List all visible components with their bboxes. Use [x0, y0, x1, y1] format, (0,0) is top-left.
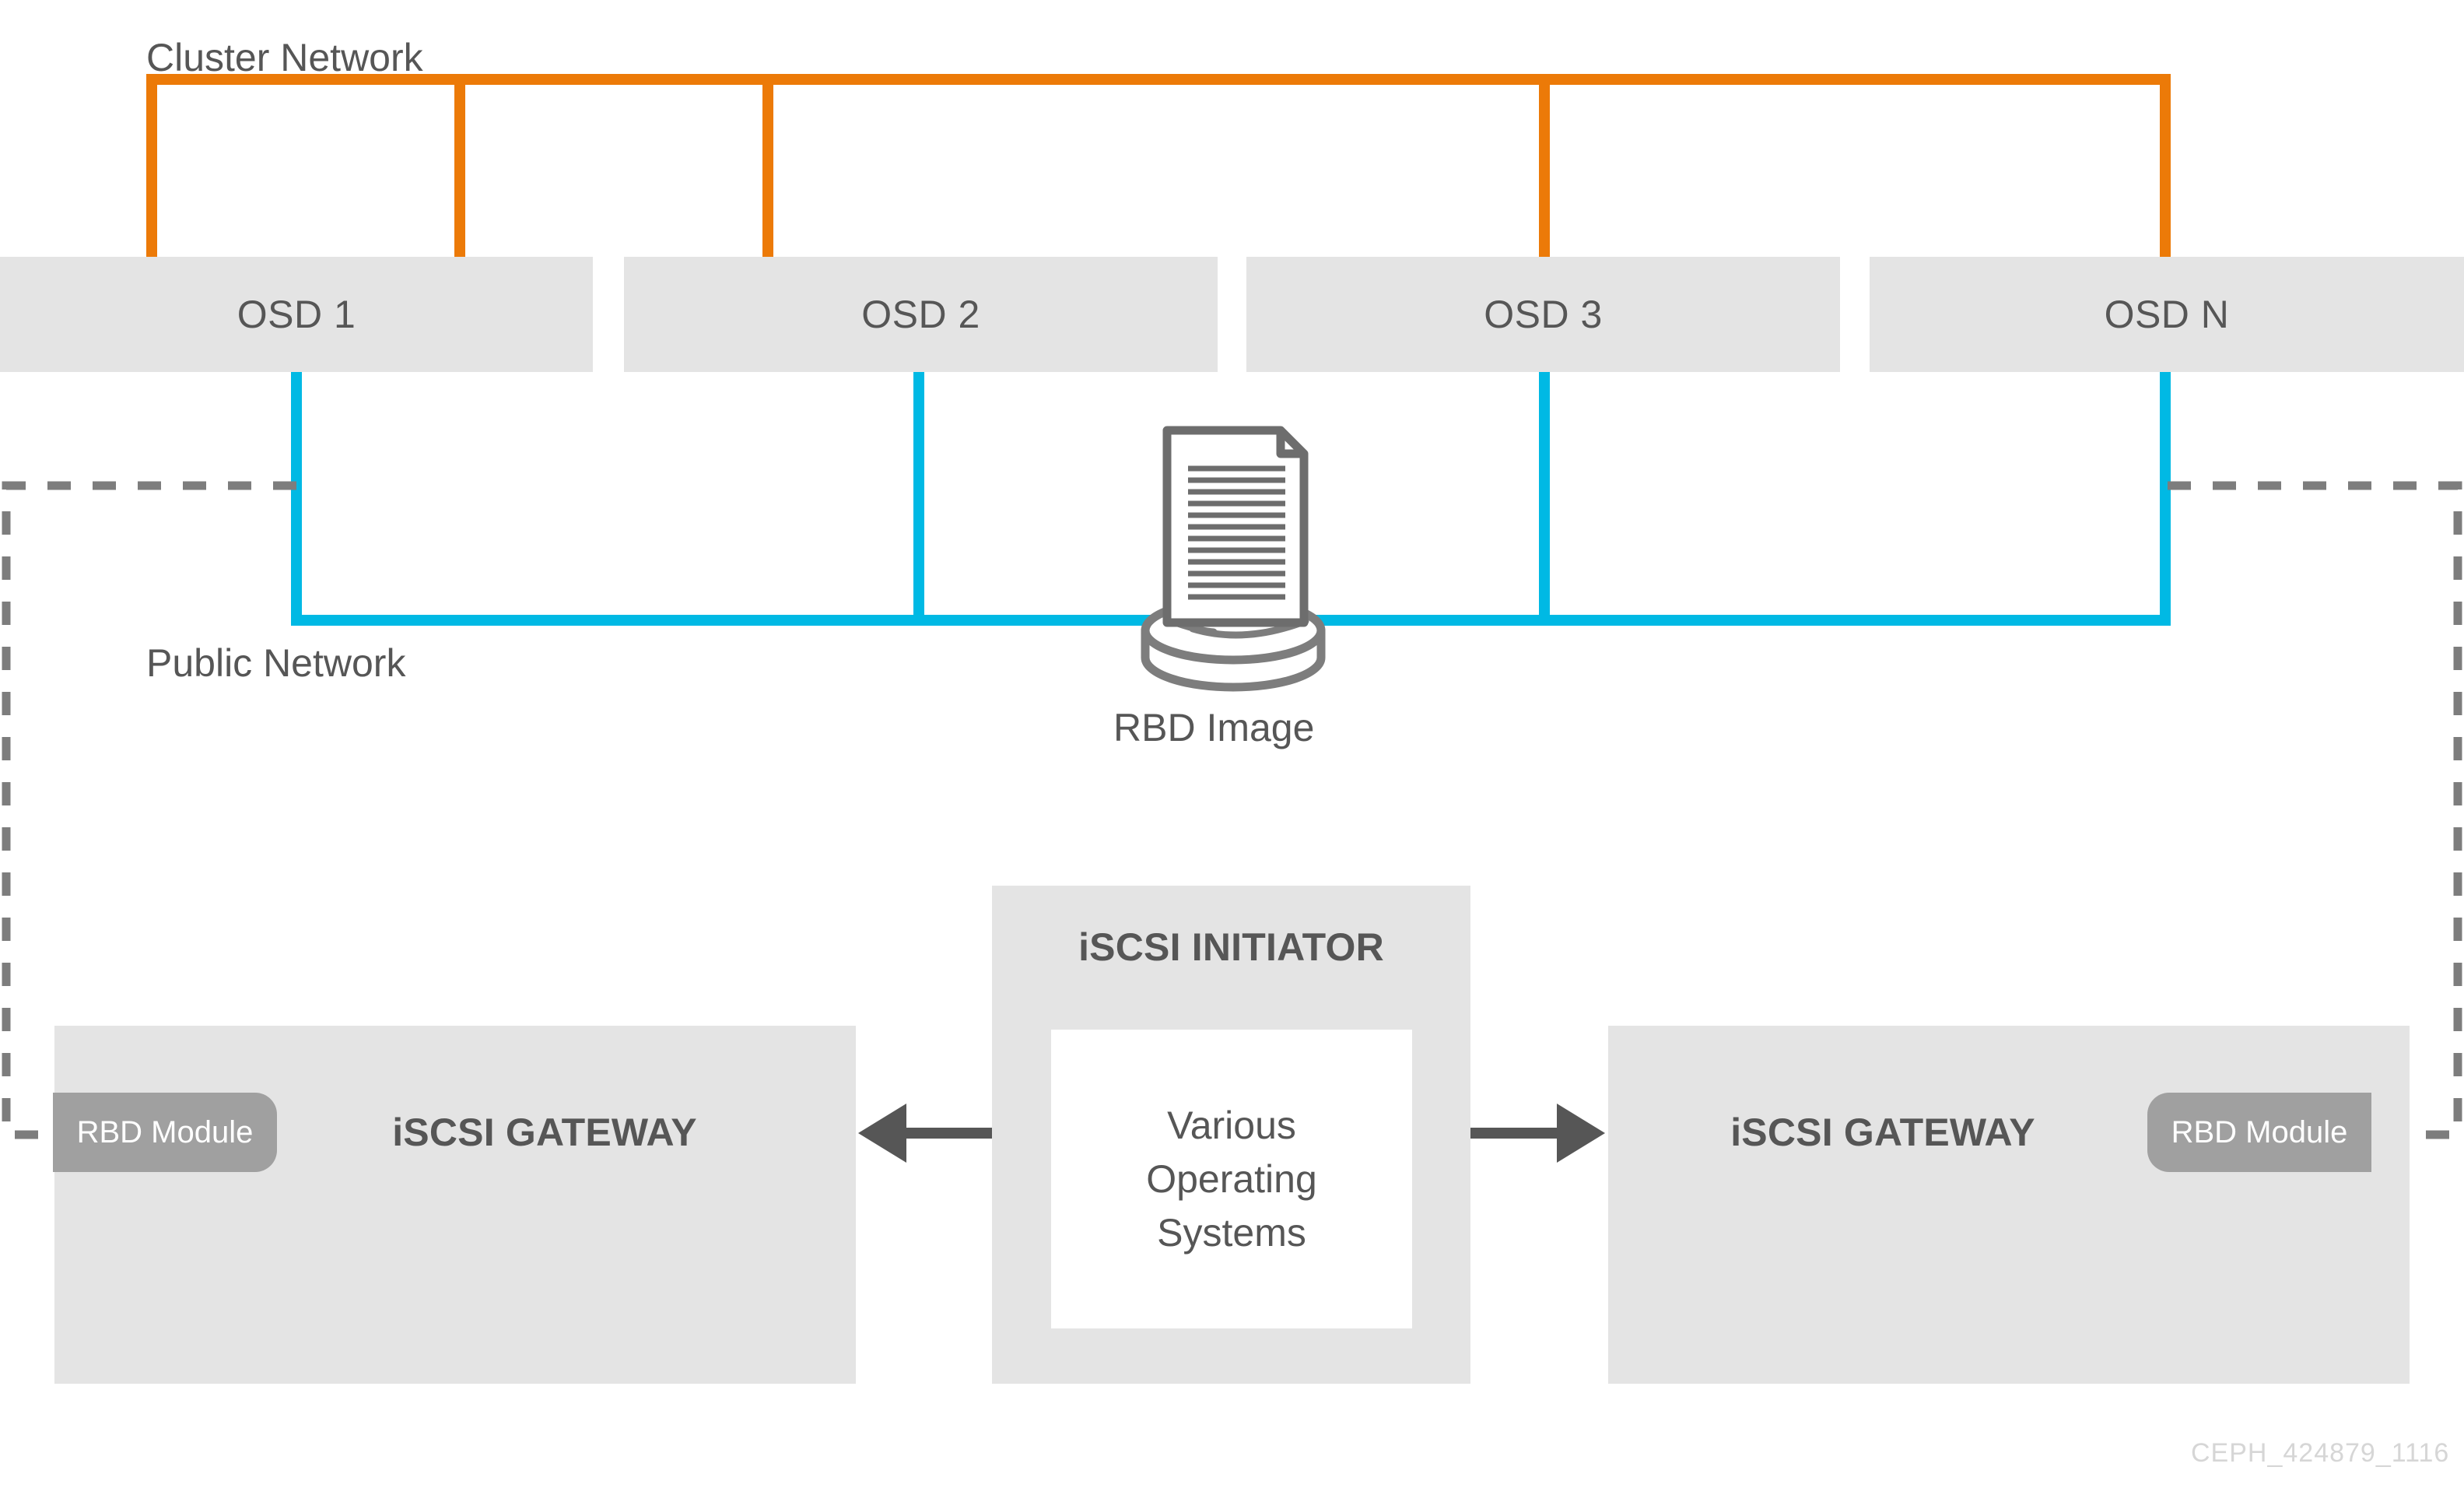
public-network-horizontal-right [1323, 615, 2171, 626]
cluster-network-lines [146, 74, 2171, 261]
iscsi-gateway-left-box[interactable] [54, 1026, 856, 1384]
arrow-left-shaft [903, 1128, 992, 1139]
public-network-label: Public Network [146, 641, 406, 685]
lower-boxes [54, 886, 2410, 1384]
cluster-leg-osd3b [1539, 74, 1550, 261]
public-leg-osd1 [291, 372, 302, 626]
rbd-image-caption: RBD Image [1113, 706, 1315, 749]
osd-boxes [0, 257, 2464, 372]
initiator-inner-panel [1051, 1030, 1412, 1328]
osd-box-2[interactable] [624, 257, 1218, 372]
cluster-leg-osd1 [146, 74, 157, 261]
arrow-left-head [858, 1104, 906, 1163]
public-leg-osd2 [913, 372, 924, 626]
rbd-module-pill-left[interactable]: RBD Module [53, 1093, 277, 1172]
cluster-leg-osdn [2160, 74, 2171, 261]
arrow-right-head [1557, 1104, 1605, 1163]
osd-box-3[interactable] [1246, 257, 1840, 372]
public-leg-osdn [2160, 372, 2171, 626]
rbd-module-pill-right[interactable]: RBD Module [2147, 1093, 2371, 1172]
diagram-canvas: Cluster Network Public Network OSD 1 OSD… [0, 0, 2464, 1488]
cluster-network-horizontal-2 [1391, 74, 2171, 85]
arrow-right-shaft [1470, 1128, 1560, 1139]
iscsi-gateway-right-box[interactable] [1608, 1026, 2410, 1384]
cluster-leg-osd2 [454, 74, 465, 261]
cluster-network-label: Cluster Network [146, 36, 423, 79]
osd-box-n[interactable] [1870, 257, 2464, 372]
cluster-leg-osd3 [762, 74, 773, 261]
watermark-id: CEPH_424879_1116 [2191, 1438, 2450, 1468]
rbd-image-icon [1141, 426, 1326, 692]
public-leg-osd3 [1539, 372, 1550, 626]
osd-box-1[interactable] [0, 257, 593, 372]
